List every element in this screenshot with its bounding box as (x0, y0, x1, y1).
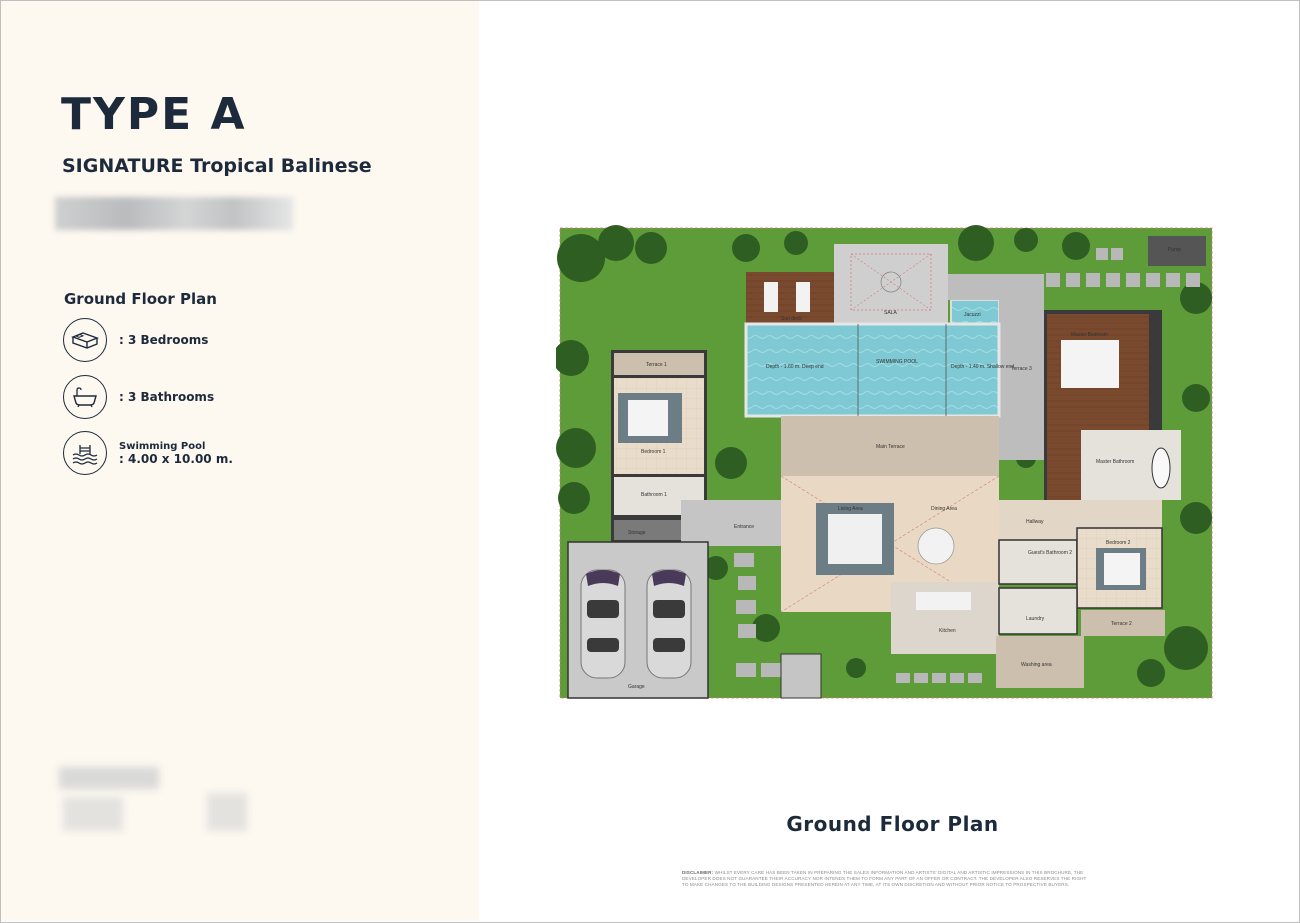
label-sala: SALA (884, 310, 897, 316)
guest-bathroom (998, 539, 1078, 585)
label-shallow-end: Depth - 1.40 m. Shallow end (951, 364, 1014, 370)
label-terrace3: Terrace 3 (1011, 366, 1032, 372)
page-title: TYPE A (61, 89, 247, 140)
bed-icon (63, 318, 107, 362)
label-garage: Garage (628, 684, 645, 690)
label-guest-bathroom: Guest's Bathroom 2 (1028, 550, 1072, 556)
page-subtitle: SIGNATURE Tropical Balinese (62, 155, 372, 177)
label-laundry: Laundry (1026, 616, 1045, 622)
label-terrace2: Terrace 2 (1111, 621, 1132, 627)
swimming-pool (744, 322, 1001, 418)
disclaimer-label: DISCLAIMER: (682, 870, 714, 875)
disclaimer-text: WHILST EVERY CARE HAS BEEN TAKEN IN PREP… (682, 870, 1087, 887)
label-storage: Storage (628, 530, 646, 536)
label-pump: Pump (1168, 247, 1181, 253)
label-dining-area: Dining Area (931, 506, 957, 512)
info-panel: TYPE A SIGNATURE Tropical Balinese Groun… (1, 1, 479, 921)
label-washing-area: Washing area (1021, 662, 1052, 668)
label-entrance: Entrance (734, 524, 754, 530)
feature-bedrooms-label: : 3 Bedrooms (119, 332, 209, 347)
label-sundeck: Sun deck (781, 316, 802, 322)
label-bedroom2: Bedroom 2 (1106, 540, 1131, 546)
feature-bathrooms-label: : 3 Bathrooms (119, 389, 215, 404)
pool-icon (63, 431, 107, 475)
car-right (646, 569, 692, 679)
disclaimer: DISCLAIMER: WHILST EVERY CARE HAS BEEN T… (682, 870, 1094, 888)
feature-pool-label: Swimming Pool : 4.00 x 10.00 m. (119, 440, 233, 466)
label-terrace1: Terrace 1 (646, 362, 667, 368)
pool-deck (948, 274, 1044, 300)
label-swimming-pool: SWIMMING POOL (876, 359, 918, 365)
laundry (998, 587, 1078, 635)
features-heading: Ground Floor Plan (64, 290, 217, 308)
label-bathroom1: Bathroom 1 (641, 492, 667, 498)
feature-pool-label-line2: : 4.00 x 10.00 m. (119, 452, 233, 466)
label-master-bedroom: Master Bedroom (1071, 332, 1108, 338)
floor-plan: Pump Sun deck SALA Jacuzzi Terrace 3 SWI… (556, 225, 1213, 699)
plan-caption: Ground Floor Plan (786, 812, 999, 836)
bathtub-icon (63, 375, 107, 419)
label-kitchen: Kitchen (939, 628, 956, 634)
feature-pool: Swimming Pool : 4.00 x 10.00 m. (63, 431, 233, 475)
entrance (681, 500, 781, 546)
label-master-bathroom: Master Bathroom (1096, 459, 1134, 465)
label-jacuzzi: Jacuzzi (964, 312, 981, 318)
label-living-area: Living Area (838, 506, 863, 512)
feature-bathrooms: : 3 Bathrooms (63, 375, 214, 419)
redacted-text (55, 197, 293, 230)
car-left (580, 569, 626, 679)
feature-bedrooms: : 3 Bedrooms (63, 318, 208, 362)
redacted-logo (59, 767, 159, 789)
label-hallway: Hallway (1026, 519, 1044, 525)
label-main-terrace: Main Terrace (876, 444, 905, 450)
label-deep-end: Depth - 1.60 m. Deep end (766, 364, 824, 370)
label-bedroom1: Bedroom 1 (641, 449, 666, 455)
